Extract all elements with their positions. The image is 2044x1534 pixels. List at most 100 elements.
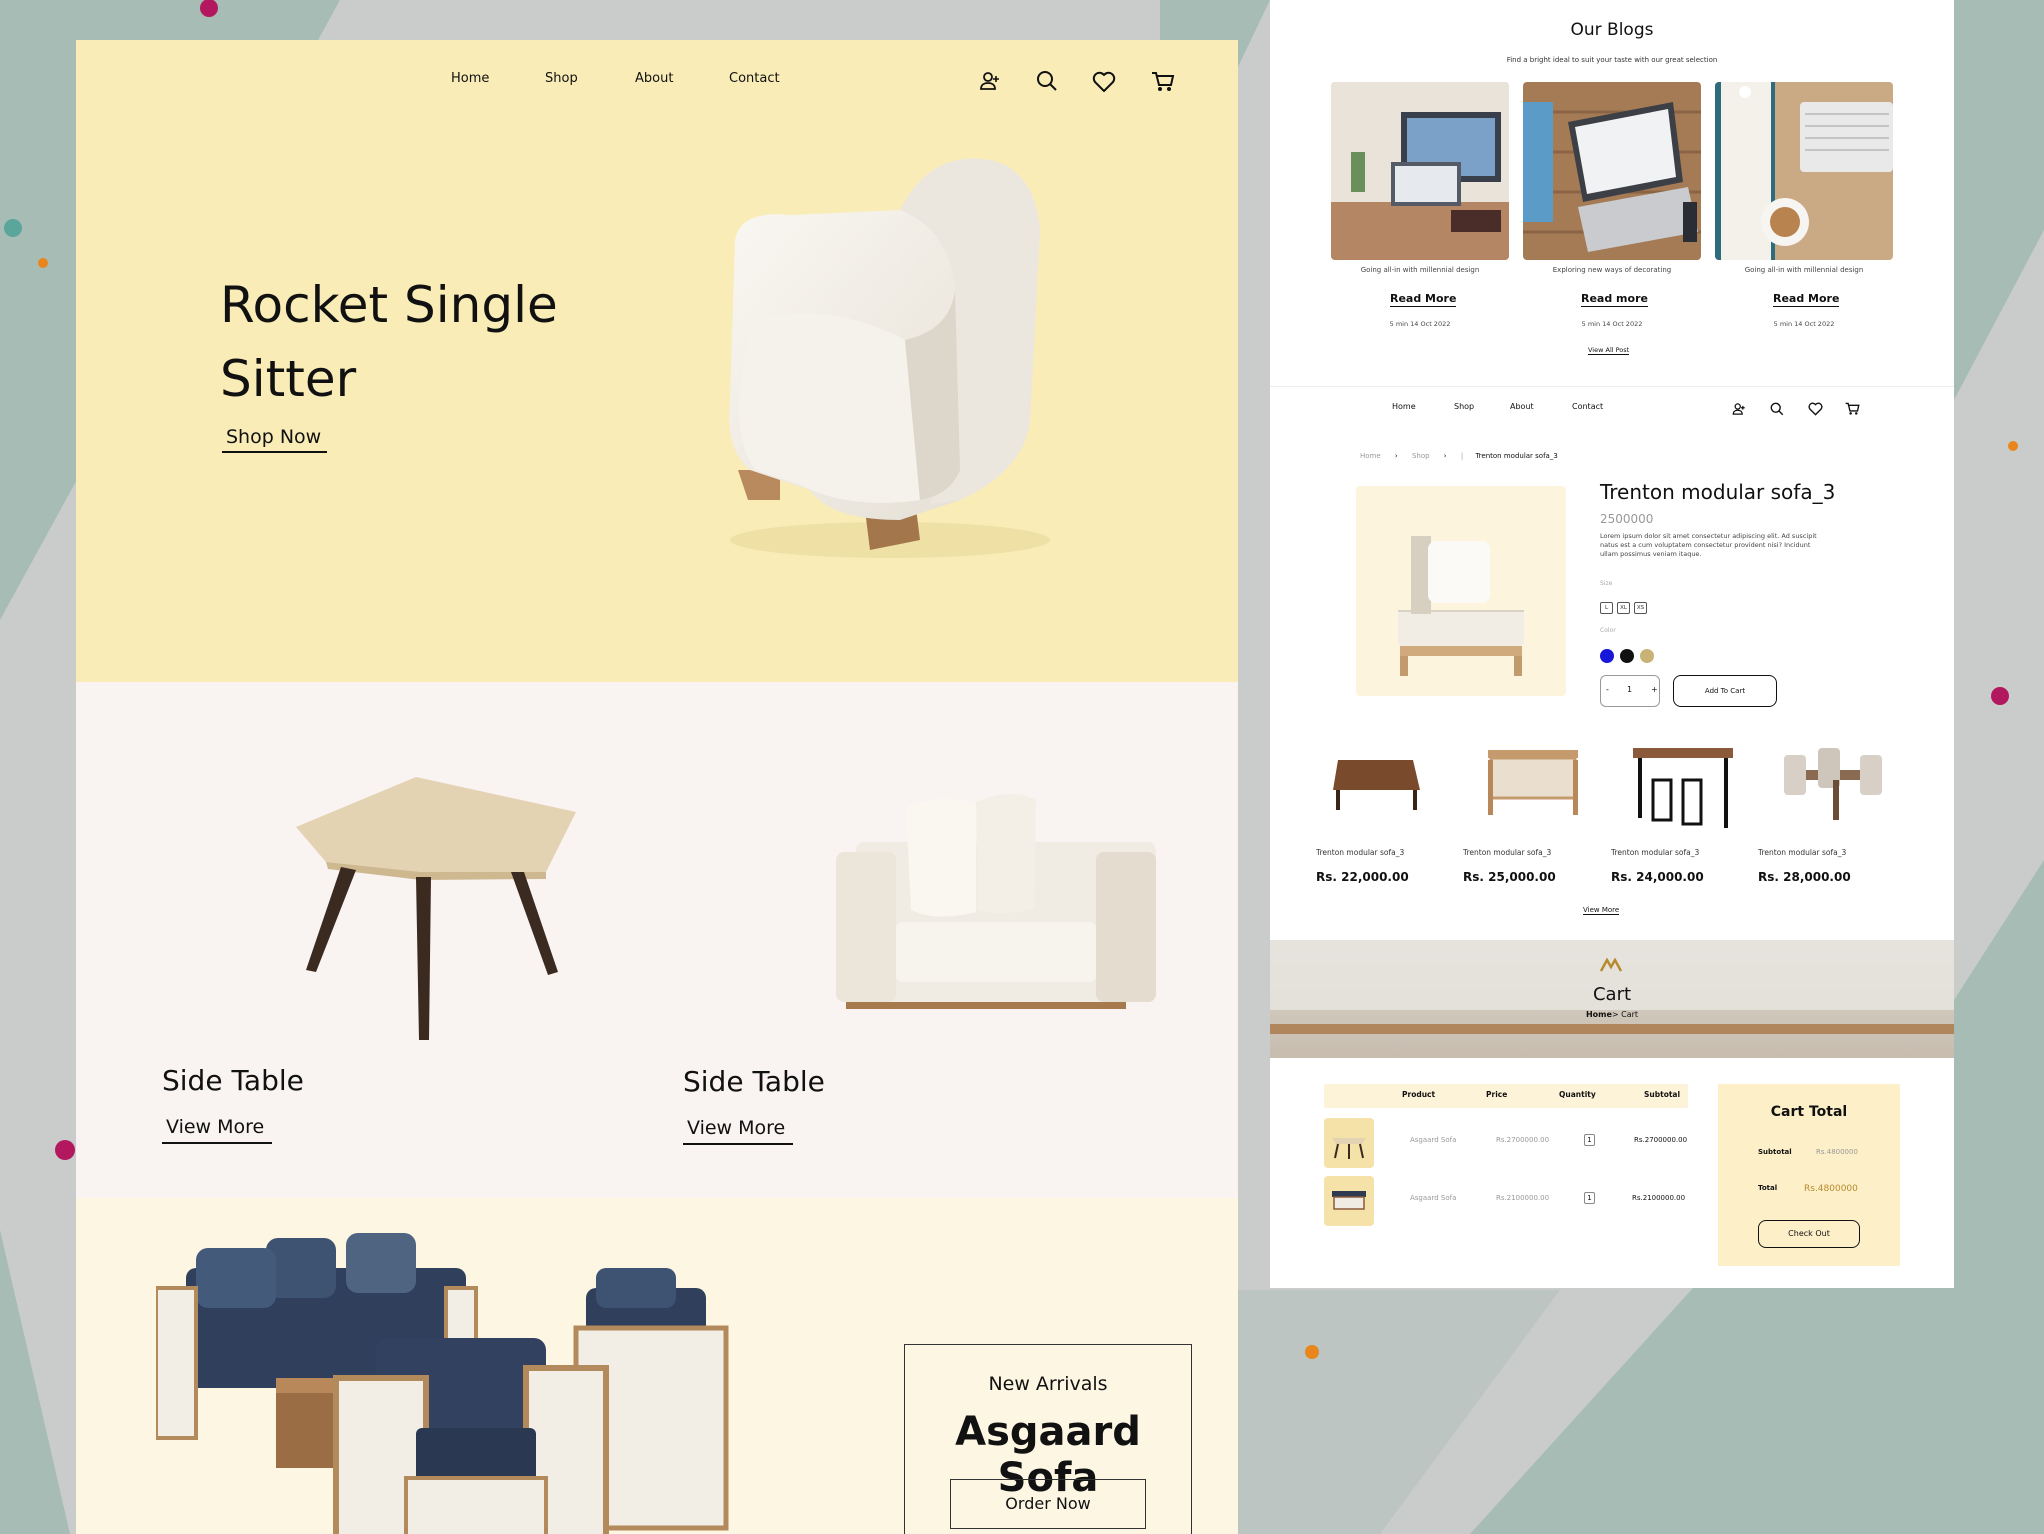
sofa-chair-image <box>836 793 1156 1009</box>
blog-meta: 5 min 14 Oct 2022 <box>1773 320 1835 328</box>
crumb-home[interactable]: Home <box>1586 1010 1612 1019</box>
breadcrumb-current: Trenton modular sofa_3 <box>1475 452 1558 460</box>
related-product-name: Trenton modular sofa_3 <box>1611 848 1700 857</box>
read-more-link[interactable]: Read More <box>1773 292 1840 307</box>
color-swatch-blue[interactable] <box>1600 649 1614 663</box>
new-arrivals-card: New Arrivals Asgaard Sofa Order Now <box>904 1344 1192 1534</box>
cart-item-qty[interactable]: 1 <box>1584 1192 1595 1204</box>
size-option[interactable]: XS <box>1634 602 1647 614</box>
blogs-subtitle: Find a bright ideal to suit your taste w… <box>1506 56 1718 64</box>
cart-item-thumbnail[interactable] <box>1324 1118 1374 1168</box>
blog-image[interactable] <box>1331 82 1509 260</box>
account-icon[interactable] <box>979 70 1001 92</box>
detail-pages-panel: Our Blogs Find a bright ideal to suit yo… <box>1270 0 1954 1288</box>
nav-contact[interactable]: Contact <box>1572 402 1603 411</box>
nav-contact[interactable]: Contact <box>729 71 780 86</box>
color-swatch-black[interactable] <box>1620 649 1634 663</box>
order-now-button[interactable]: Order Now <box>950 1479 1146 1529</box>
subtotal-value: Rs.4800000 <box>1816 1148 1858 1156</box>
cart-icon[interactable] <box>1845 402 1860 416</box>
blog-image[interactable] <box>1715 82 1893 260</box>
size-label: Size <box>1600 580 1613 587</box>
cart-icon[interactable] <box>1151 71 1175 93</box>
product-description: Lorem ipsum dolor sit amet consectetur a… <box>1600 532 1817 558</box>
related-product-price: Rs. 28,000.00 <box>1758 870 1851 884</box>
cart-item-qty[interactable]: 1 <box>1584 1134 1595 1146</box>
blog-image[interactable] <box>1523 82 1701 260</box>
quantity-stepper[interactable]: - 1 + <box>1600 675 1660 707</box>
heart-icon[interactable] <box>1092 71 1116 93</box>
cart-total-card: Cart Total Subtotal Rs.4800000 Total Rs.… <box>1718 1084 1900 1266</box>
blog-caption: Going all-in with millennial design <box>1744 266 1864 274</box>
cart-item-name: Asgaard Sofa <box>1410 1136 1457 1144</box>
view-more-link[interactable]: View More <box>1583 906 1620 915</box>
shop-now-link[interactable]: Shop Now <box>222 426 328 453</box>
decor-dot <box>4 219 22 237</box>
view-all-post-link[interactable]: View All Post <box>1588 346 1630 355</box>
col-price: Price <box>1486 1090 1508 1099</box>
hero-title: Rocket Single Sitter <box>220 276 558 408</box>
read-more-link[interactable]: Read More <box>1390 292 1457 307</box>
armchair-image <box>729 158 1050 558</box>
search-icon[interactable] <box>1770 402 1784 416</box>
related-product-name: Trenton modular sofa_3 <box>1463 848 1552 857</box>
related-image-1 <box>1333 760 1420 810</box>
blog-meta: 5 min 14 Oct 2022 <box>1389 320 1451 328</box>
related-image-3 <box>1633 748 1733 828</box>
view-more-link[interactable]: View More <box>683 1117 794 1145</box>
size-option[interactable]: L <box>1600 602 1613 614</box>
col-quantity: Quantity <box>1559 1090 1596 1099</box>
read-more-link[interactable]: Read more <box>1581 292 1648 307</box>
cart-item-price: Rs.2700000.00 <box>1496 1136 1550 1144</box>
color-swatch-gold[interactable] <box>1640 649 1654 663</box>
product-price: 2500000 <box>1600 512 1654 526</box>
hero-section: Home Shop About Contact Rocket Single Si… <box>76 40 1238 682</box>
heart-icon[interactable] <box>1808 402 1823 416</box>
account-icon[interactable] <box>1732 402 1746 416</box>
cart-total-title: Cart Total <box>1770 1104 1848 1120</box>
nav-home[interactable]: Home <box>1392 402 1416 411</box>
brand-logo-icon <box>1600 958 1622 972</box>
qty-minus-button[interactable]: - <box>1606 685 1609 694</box>
breadcrumb-separator: › <box>1394 452 1398 460</box>
blog-meta: 5 min 14 Oct 2022 <box>1581 320 1643 328</box>
nav-about[interactable]: About <box>635 71 673 86</box>
related-product-name: Trenton modular sofa_3 <box>1316 848 1405 857</box>
size-option[interactable]: XL <box>1617 602 1630 614</box>
new-arrivals-label: New Arrivals <box>988 1373 1108 1395</box>
related-product-price: Rs. 24,000.00 <box>1611 870 1704 884</box>
featured-products-section: Side Table View More Side Table View Mor… <box>76 682 1238 1198</box>
breadcrumb-divider: | <box>1460 452 1464 460</box>
landing-page: Home Shop About Contact Rocket Single Si… <box>76 40 1238 1534</box>
qty-value: 1 <box>1627 685 1633 694</box>
breadcrumb: Home › Shop › | Trenton modular sofa_3 <box>1360 452 1558 460</box>
decor-dot <box>1991 687 2009 705</box>
decor-dot <box>55 1140 75 1160</box>
total-label: Total <box>1758 1184 1778 1192</box>
divider <box>1270 386 1954 387</box>
breadcrumb-separator: › <box>1443 452 1447 460</box>
nav-shop[interactable]: Shop <box>545 71 578 86</box>
product-main-image[interactable] <box>1356 486 1566 696</box>
nav-home[interactable]: Home <box>451 71 489 86</box>
decor-dot <box>38 258 48 268</box>
related-image-4 <box>1784 748 1882 820</box>
qty-plus-button[interactable]: + <box>1651 685 1658 694</box>
decor-dot <box>1305 1345 1319 1359</box>
cart-item-subtotal: Rs.2700000.00 <box>1634 1136 1688 1144</box>
cart-banner-breadcrumb: Home> Cart <box>1270 1010 1954 1019</box>
cart-item-thumbnail[interactable] <box>1324 1176 1374 1226</box>
search-icon[interactable] <box>1036 70 1058 92</box>
side-table-image <box>296 777 576 1040</box>
view-more-link[interactable]: View More <box>162 1116 273 1144</box>
nav-about[interactable]: About <box>1510 402 1534 411</box>
cart-item-price: Rs.2100000.00 <box>1496 1194 1550 1202</box>
check-out-button[interactable]: Check Out <box>1758 1220 1860 1248</box>
nav-shop[interactable]: Shop <box>1454 402 1474 411</box>
add-to-cart-button[interactable]: Add To Cart <box>1673 675 1777 707</box>
blog-caption: Exploring new ways of decorating <box>1552 266 1672 274</box>
breadcrumb-home[interactable]: Home <box>1360 452 1381 460</box>
blogs-title: Our Blogs <box>1570 20 1654 40</box>
breadcrumb-shop[interactable]: Shop <box>1412 452 1430 460</box>
crumb-current: > Cart <box>1611 1010 1639 1019</box>
